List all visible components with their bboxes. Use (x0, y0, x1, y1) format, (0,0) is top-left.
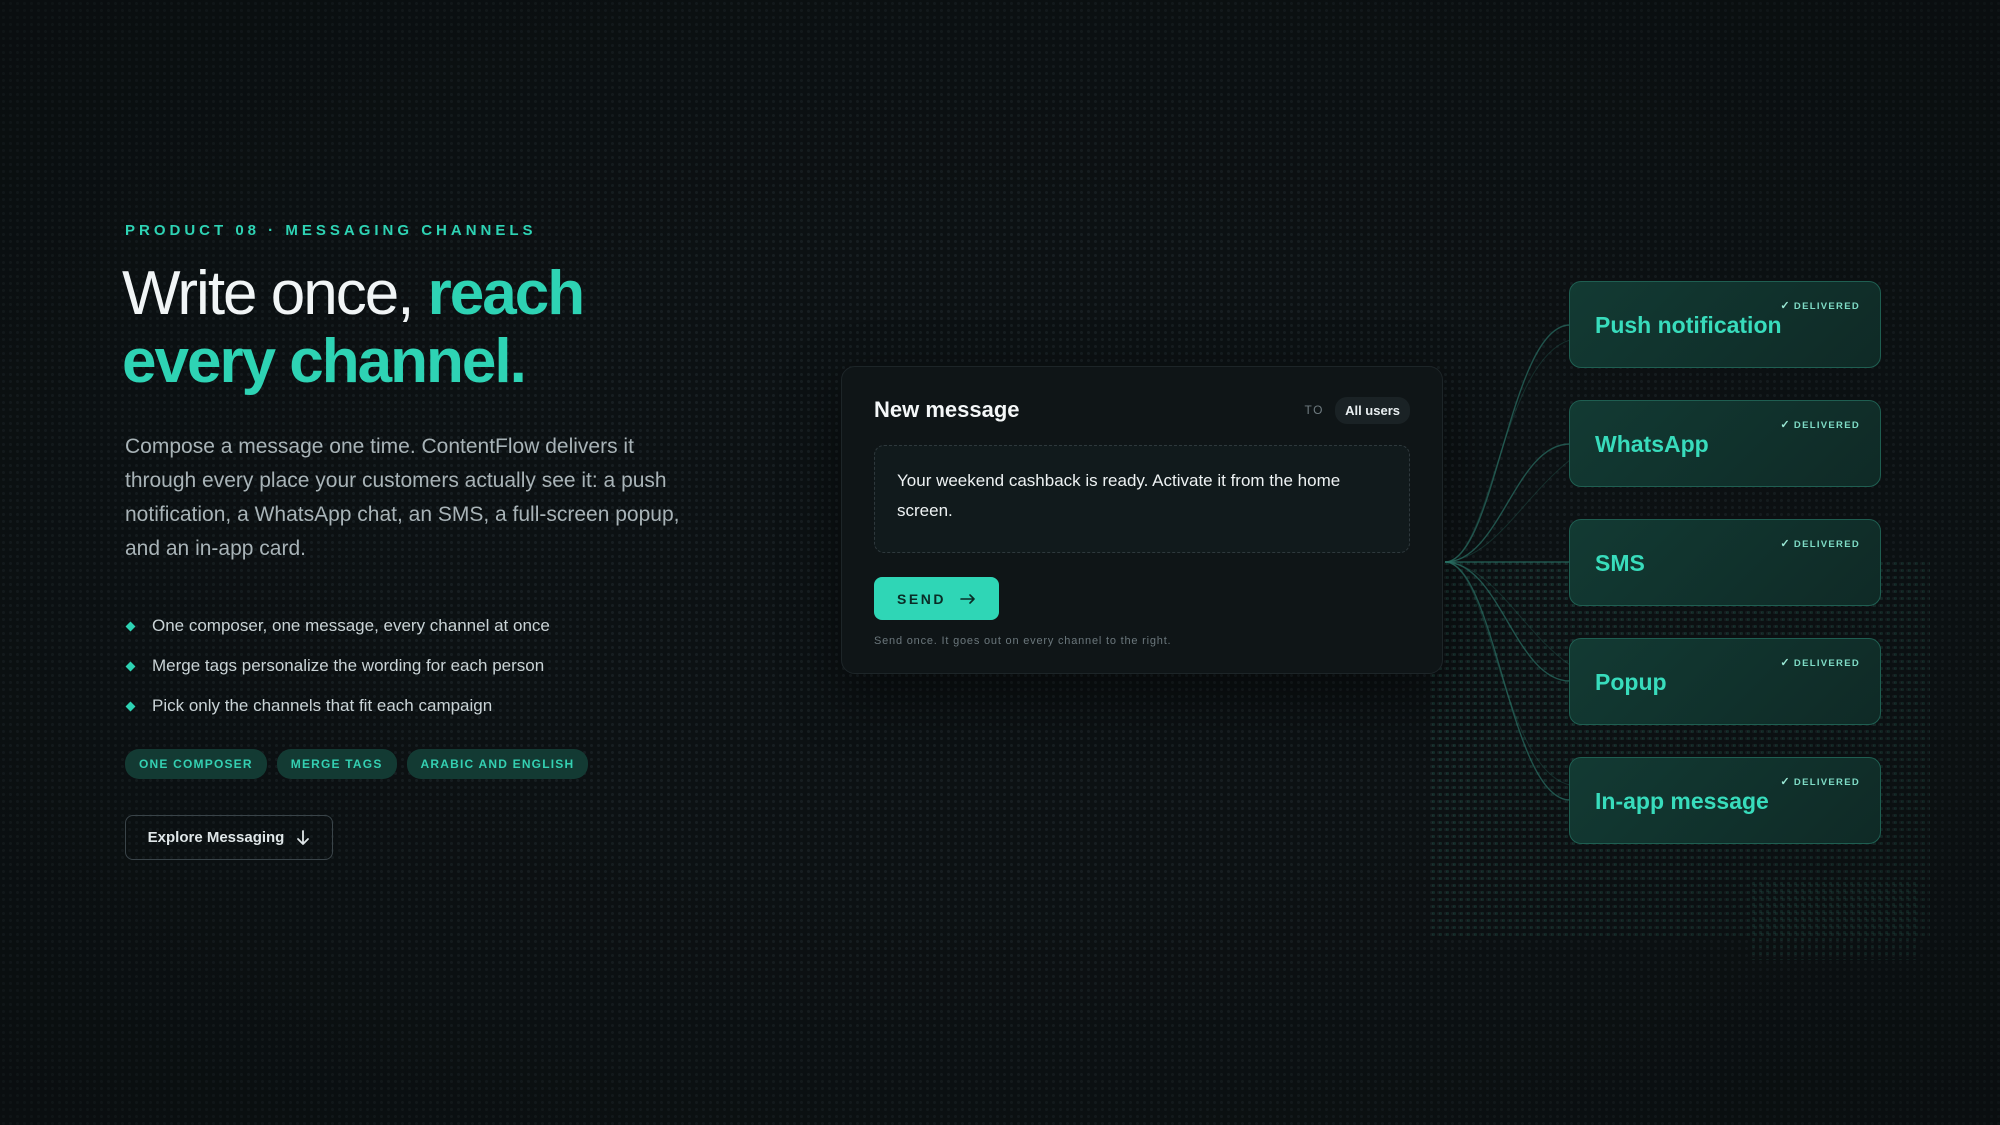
diamond-bullet-icon (125, 701, 136, 711)
send-button[interactable]: SEND (874, 577, 999, 620)
send-hint: Send once. It goes out on every channel … (874, 635, 1172, 647)
channel-connector-lines (1444, 324, 1570, 801)
channel-name: WhatsApp (1595, 431, 1709, 457)
channel-card-popup: Popup ✓ DELIVERED (1569, 638, 1881, 725)
tag-badge: MERGE TAGS (276, 749, 397, 779)
tag-badge: ONE COMPOSER (125, 749, 267, 779)
composer-title: New message (874, 397, 1020, 422)
eyebrow-label: PRODUCT 08 · MESSAGING CHANNELS (125, 222, 537, 239)
delivered-badge: ✓ DELIVERED (1780, 775, 1860, 788)
check-icon: ✓ (1780, 657, 1791, 669)
headline-accent-line-2: every channel. (122, 327, 527, 396)
check-icon: ✓ (1780, 419, 1791, 431)
hero-headline: Write once, reach every channel. (122, 259, 585, 396)
feature-item: One composer, one message, every channel… (125, 606, 550, 646)
feature-text: Pick only the channels that fit each cam… (152, 696, 493, 715)
audience-selector[interactable]: All users (1335, 397, 1410, 424)
tag-badge: ARABIC AND ENGLISH (406, 749, 589, 779)
feature-item: Merge tags personalize the wording for e… (125, 646, 550, 686)
delivered-label: DELIVERED (1793, 658, 1860, 669)
channel-card-push-notification: Push notification ✓ DELIVERED (1569, 281, 1881, 368)
tag-list: ONE COMPOSER MERGE TAGS ARABIC AND ENGLI… (125, 749, 589, 779)
check-icon: ✓ (1780, 300, 1791, 312)
channel-name: In-app message (1595, 788, 1769, 814)
headline-plain: Write once, (122, 259, 428, 328)
check-icon: ✓ (1780, 538, 1791, 550)
arrow-down-icon (297, 829, 310, 845)
check-icon: ✓ (1780, 776, 1791, 788)
delivered-label: DELIVERED (1793, 420, 1860, 431)
delivered-label: DELIVERED (1793, 777, 1860, 788)
feature-list: One composer, one message, every channel… (125, 606, 550, 726)
hero-description: Compose a message one time. ContentFlow … (125, 435, 680, 560)
channel-card-whatsapp: WhatsApp ✓ DELIVERED (1569, 400, 1881, 487)
delivered-badge: ✓ DELIVERED (1780, 656, 1860, 669)
channel-name: Push notification (1595, 312, 1782, 338)
arrow-right-icon (960, 593, 975, 604)
channel-card-in-app-message: In-app message ✓ DELIVERED (1569, 757, 1881, 844)
channel-name: Popup (1595, 669, 1667, 695)
explore-button-label: Explore Messaging (147, 829, 285, 846)
delivered-label: DELIVERED (1793, 539, 1860, 550)
diamond-bullet-icon (125, 661, 136, 671)
delivered-badge: ✓ DELIVERED (1780, 537, 1860, 550)
feature-text: One composer, one message, every channel… (152, 616, 550, 635)
channel-name: SMS (1595, 550, 1645, 576)
delivered-badge: ✓ DELIVERED (1780, 418, 1860, 431)
message-input[interactable]: Your weekend cashback is ready. Activate… (874, 445, 1410, 553)
diamond-bullet-icon (125, 621, 136, 631)
send-button-label: SEND (897, 590, 946, 607)
feature-item: Pick only the channels that fit each cam… (125, 686, 550, 726)
feature-text: Merge tags personalize the wording for e… (152, 656, 545, 675)
explore-messaging-button[interactable]: Explore Messaging (125, 815, 333, 860)
delivered-label: DELIVERED (1793, 301, 1860, 312)
delivered-badge: ✓ DELIVERED (1780, 299, 1860, 312)
channel-card-sms: SMS ✓ DELIVERED (1569, 519, 1881, 606)
message-composer-card: New message TO All users Your weekend ca… (841, 366, 1443, 674)
to-label: TO (1304, 403, 1324, 417)
headline-accent: reach (427, 259, 585, 328)
dot-grid-highlight (1750, 880, 1920, 960)
